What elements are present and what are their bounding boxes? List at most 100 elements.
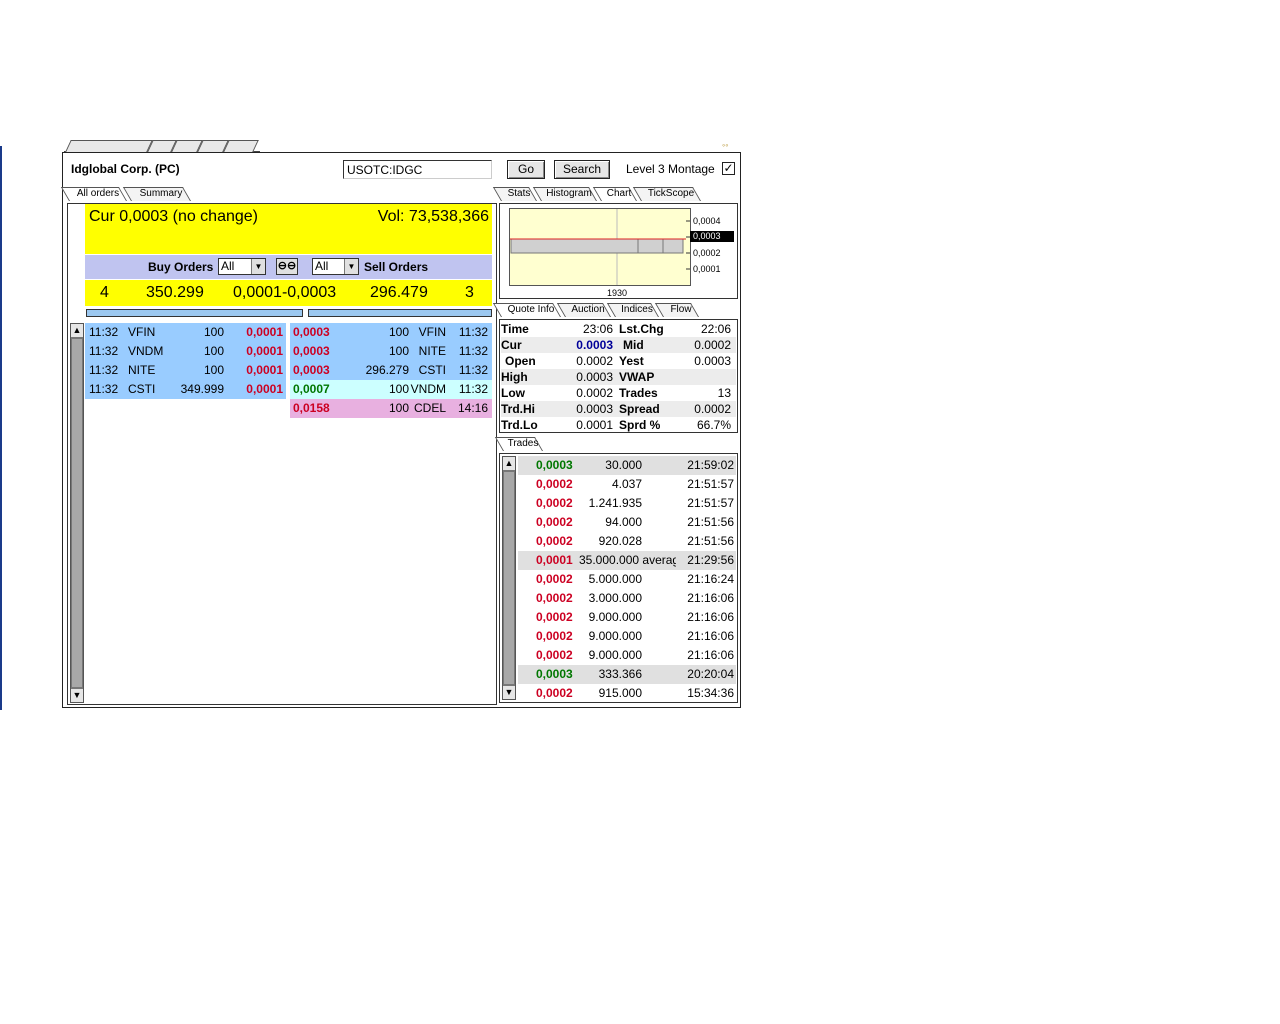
chevron-down-icon[interactable]: ▼: [344, 259, 358, 274]
scroll-thumb[interactable]: [503, 471, 515, 685]
tab-histogram[interactable]: Histogram: [532, 187, 597, 201]
order-time: 11:32: [458, 344, 488, 358]
spread-range: 0,0001-0,0003: [233, 284, 337, 301]
symbol-input[interactable]: [343, 160, 492, 179]
market-maker: CSTI: [128, 382, 156, 396]
quote-value: 13: [717, 386, 731, 400]
buy-order-row[interactable]: 11:32 CSTI 349.999 0,0001: [85, 380, 286, 399]
trade-row[interactable]: 0,0002 9.000.000 21:16:06: [518, 627, 736, 646]
sell-filter-select[interactable]: All ▼: [312, 258, 359, 275]
trade-row[interactable]: 0,0002 4.037 21:51:57: [518, 475, 736, 494]
sell-order-row[interactable]: 0,0007 100 VNDM 11:32: [290, 380, 492, 399]
buy-order-row[interactable]: 11:32 VFIN 100 0,0001: [85, 323, 286, 342]
trade-price: 0,0002: [536, 534, 573, 548]
level3-montage-checkbox[interactable]: ✓: [722, 162, 735, 175]
chart-panel: 0,00040,00030,00020,00010,0003 1930: [499, 203, 738, 299]
y-tick-label: 0,0001: [693, 264, 721, 274]
sell-order-row[interactable]: 0,0158 100 CDEL 14:16: [290, 399, 492, 418]
trades-scrollbar[interactable]: ▲ ▼: [502, 456, 516, 700]
buy-order-row[interactable]: 11:32 NITE 100 0,0001: [85, 361, 286, 380]
trade-row[interactable]: 0,0003 333.366 20:20:04: [518, 665, 736, 684]
scroll-down-icon[interactable]: ▼: [503, 685, 515, 699]
search-button[interactable]: Search: [554, 160, 610, 179]
scroll-thumb[interactable]: [71, 338, 83, 688]
trade-time: 21:16:06: [687, 591, 734, 605]
tab-summary[interactable]: Summary: [122, 187, 191, 201]
buy-order-row[interactable]: 11:32 VNDM 100 0,0001: [85, 342, 286, 361]
scroll-down-icon[interactable]: ▼: [71, 688, 83, 702]
order-price: 0,0001: [246, 325, 283, 339]
tab-trades[interactable]: Trades: [494, 437, 543, 451]
order-size: 100: [203, 325, 224, 339]
trade-time: 15:34:36: [687, 686, 734, 700]
price-range-bar: [637, 238, 664, 254]
quote-value: 0.0003: [576, 402, 613, 416]
trade-row[interactable]: 0,0002 9.000.000 21:16:06: [518, 646, 736, 665]
order-size: 100: [388, 401, 409, 415]
left-tab-bar: All orders Summary: [60, 187, 199, 201]
go-button[interactable]: Go: [507, 160, 545, 179]
link-icon[interactable]: ⊖⊖: [276, 258, 298, 275]
quote-info-panel: Time 23:06 Lst.Chg 22:06 Cur 0.0003 Mid 0.0002 O…: [499, 319, 738, 433]
trade-volume: 333.366: [598, 667, 642, 681]
market-maker: CDEL: [413, 401, 446, 415]
tab-quote-info[interactable]: Quote Info: [492, 303, 561, 317]
tab-indices[interactable]: Indices: [606, 303, 659, 317]
orders-scrollbar[interactable]: ▲ ▼: [70, 323, 84, 703]
quote-value: 66.7%: [696, 418, 731, 432]
tab-flow[interactable]: Flow: [654, 303, 699, 317]
trade-row[interactable]: 0,0002 1.241.935 21:51:57: [518, 494, 736, 513]
tab-chart[interactable]: Chart: [592, 187, 637, 201]
sell-order-row[interactable]: 0,0003 296.279 CSTI 11:32: [290, 361, 492, 380]
order-time: 11:32: [89, 363, 119, 377]
trade-row[interactable]: 0,0002 9.000.000 21:16:06: [518, 608, 736, 627]
sell-depth-bar: [308, 309, 492, 317]
trade-row[interactable]: 0,0002 5.000.000 21:16:24: [518, 570, 736, 589]
trade-row[interactable]: 0,0001 35.000.000 averag 21:29:56: [518, 551, 736, 570]
chevron-down-icon[interactable]: ▼: [251, 259, 265, 274]
tab-label: Flow: [670, 304, 692, 315]
sell-count: 3: [465, 284, 474, 301]
scroll-up-icon[interactable]: ▲: [71, 324, 83, 338]
trade-time: 21:51:57: [687, 477, 734, 491]
tab-tickscope[interactable]: TickScope: [632, 187, 701, 201]
order-size: 100: [388, 325, 409, 339]
quote-label: Sprd %: [619, 418, 661, 432]
sell-order-row[interactable]: 0,0003 100 VFIN 11:32: [290, 323, 492, 342]
current-price-band: Cur 0,0003 (no change) Vol: 73,538,366: [85, 204, 492, 254]
quote-label: VWAP: [619, 370, 655, 384]
quote-label: Mid: [623, 338, 644, 352]
trade-row[interactable]: 0,0002 915.000 15:34:36: [518, 684, 736, 703]
quote-row: High 0.0003 VWAP: [501, 369, 736, 385]
market-maker: NITE: [418, 344, 446, 358]
order-price: 0,0001: [246, 382, 283, 396]
tab-label: Trades: [507, 438, 539, 449]
trade-volume: 3.000.000: [588, 591, 642, 605]
market-maker: CSTI: [418, 363, 446, 377]
tab-label: Summary: [139, 188, 183, 199]
tab-auction[interactable]: Auction: [556, 303, 611, 317]
trade-row[interactable]: 0,0002 94.000 21:51:56: [518, 513, 736, 532]
order-price: 0,0001: [246, 344, 283, 358]
sell-order-row[interactable]: 0,0003 100 NITE 11:32: [290, 342, 492, 361]
buy-filter-select[interactable]: All ▼: [218, 258, 266, 275]
volume: Vol: 73,538,366: [377, 208, 489, 225]
trade-row[interactable]: 0,0002 3.000.000 21:16:06: [518, 589, 736, 608]
trade-price: 0,0002: [536, 610, 573, 624]
order-time: 11:32: [89, 382, 119, 396]
current-price: Cur 0,0003 (no change): [89, 208, 258, 225]
tab-stats[interactable]: Stats: [492, 187, 537, 201]
scroll-up-icon[interactable]: ▲: [503, 457, 515, 471]
sell-filter-value: All: [315, 259, 329, 273]
order-size: 349.999: [180, 382, 224, 396]
tab-all-orders[interactable]: All orders: [60, 187, 127, 201]
trade-row[interactable]: 0,0002 920.028 21:51:56: [518, 532, 736, 551]
background-tab[interactable]: [65, 140, 153, 152]
trade-volume: 920.028: [598, 534, 642, 548]
quote-row: Cur 0.0003 Mid 0.0002: [501, 337, 736, 353]
background-tab[interactable]: [223, 140, 259, 152]
market-maker: VFIN: [418, 325, 446, 339]
order-time: 11:32: [458, 382, 488, 396]
trade-row[interactable]: 0,0003 30.000 21:59:02: [518, 456, 736, 475]
quote-value: 0.0003: [576, 338, 613, 352]
